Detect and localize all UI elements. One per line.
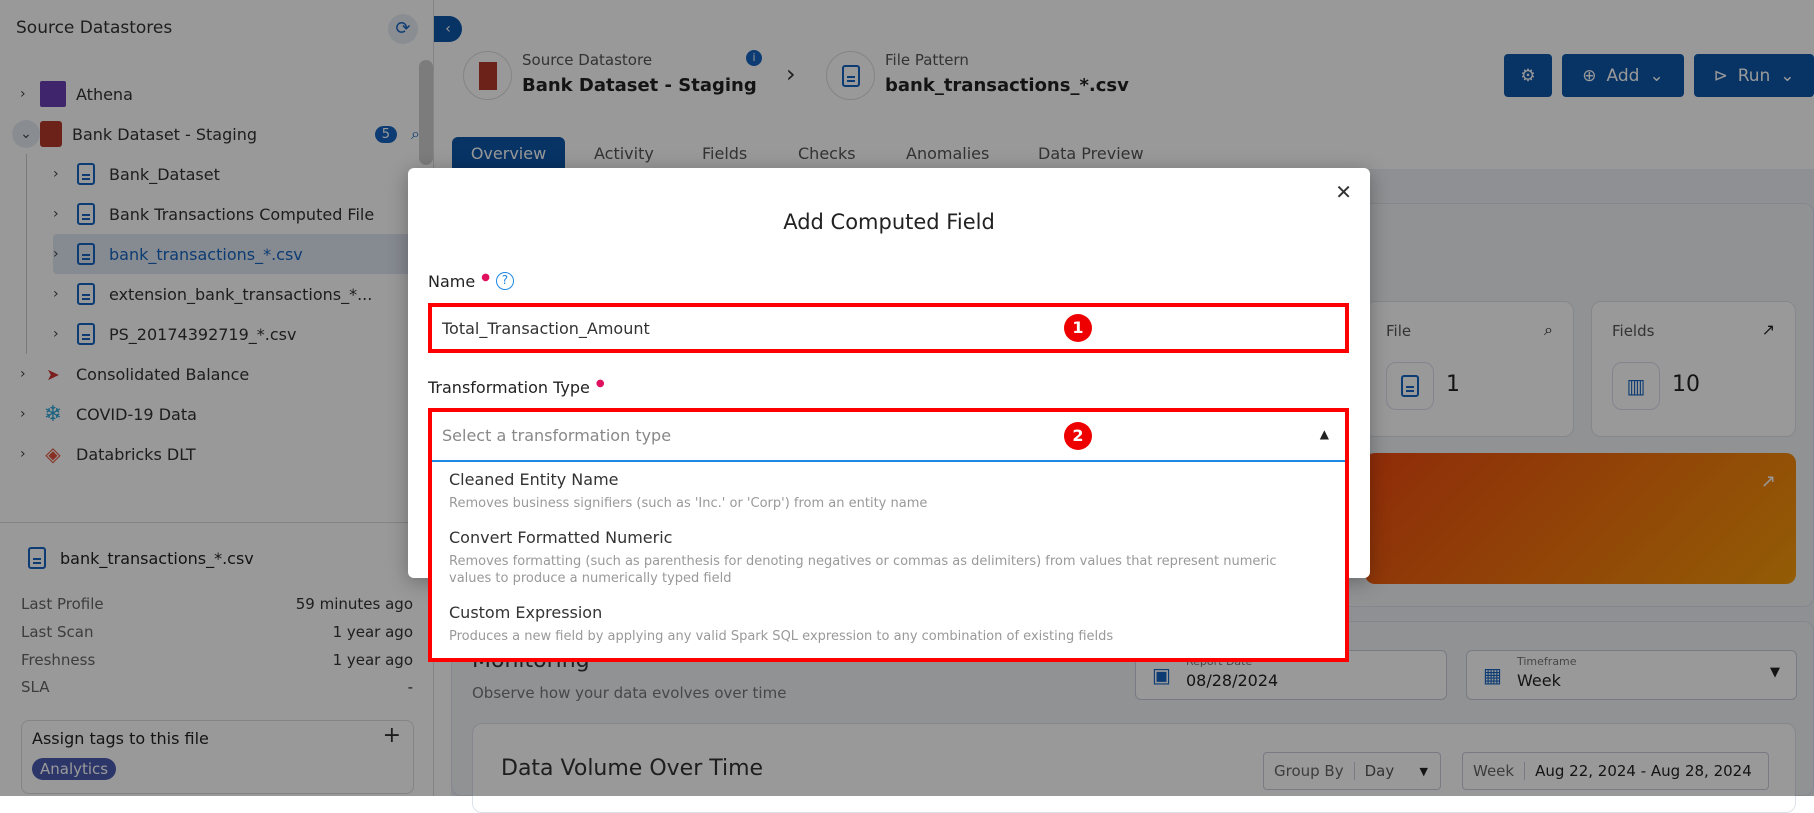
- name-label: Name ●?: [428, 272, 514, 291]
- select-placeholder: Select a transformation type: [442, 426, 672, 445]
- help-icon[interactable]: ?: [495, 272, 514, 290]
- name-input-annotation: 1: [428, 303, 1349, 353]
- option-title: Cleaned Entity Name: [449, 470, 619, 489]
- option-description: Removes business signifiers (such as 'In…: [449, 496, 928, 511]
- type-label-text: Transformation Type: [428, 378, 590, 397]
- name-input[interactable]: [432, 307, 1345, 349]
- required-dot-icon: ●: [481, 272, 490, 283]
- option-title: Convert Formatted Numeric: [449, 528, 673, 547]
- transformation-type-dropdown: Select a transformation type 2 ▲ Cleaned…: [428, 408, 1349, 662]
- option-description: Produces a new field by applying any val…: [449, 629, 1114, 644]
- name-label-text: Name: [428, 272, 476, 291]
- option-custom-expression[interactable]: Custom Expression Produces a new field by…: [432, 595, 1345, 653]
- option-cleaned-entity-name[interactable]: Cleaned Entity Name Removes business sign…: [432, 462, 1345, 520]
- option-description: Removes formatting (such as parenthesis …: [449, 554, 1277, 586]
- transformation-type-select[interactable]: Select a transformation type 2 ▲: [432, 412, 1345, 462]
- required-dot-icon: ●: [595, 378, 605, 389]
- close-icon[interactable]: ✕: [1335, 180, 1352, 204]
- option-convert-formatted-numeric[interactable]: Convert Formatted Numeric Removes formatt…: [432, 520, 1345, 595]
- transformation-type-label: Transformation Type ●: [428, 378, 605, 397]
- option-title: Custom Expression: [449, 603, 603, 622]
- dialog-title: Add Computed Field: [783, 210, 995, 234]
- annotation-marker-1: 1: [1064, 314, 1092, 342]
- annotation-marker-2: 2: [1064, 422, 1092, 450]
- caret-up-icon[interactable]: ▲: [1320, 427, 1329, 441]
